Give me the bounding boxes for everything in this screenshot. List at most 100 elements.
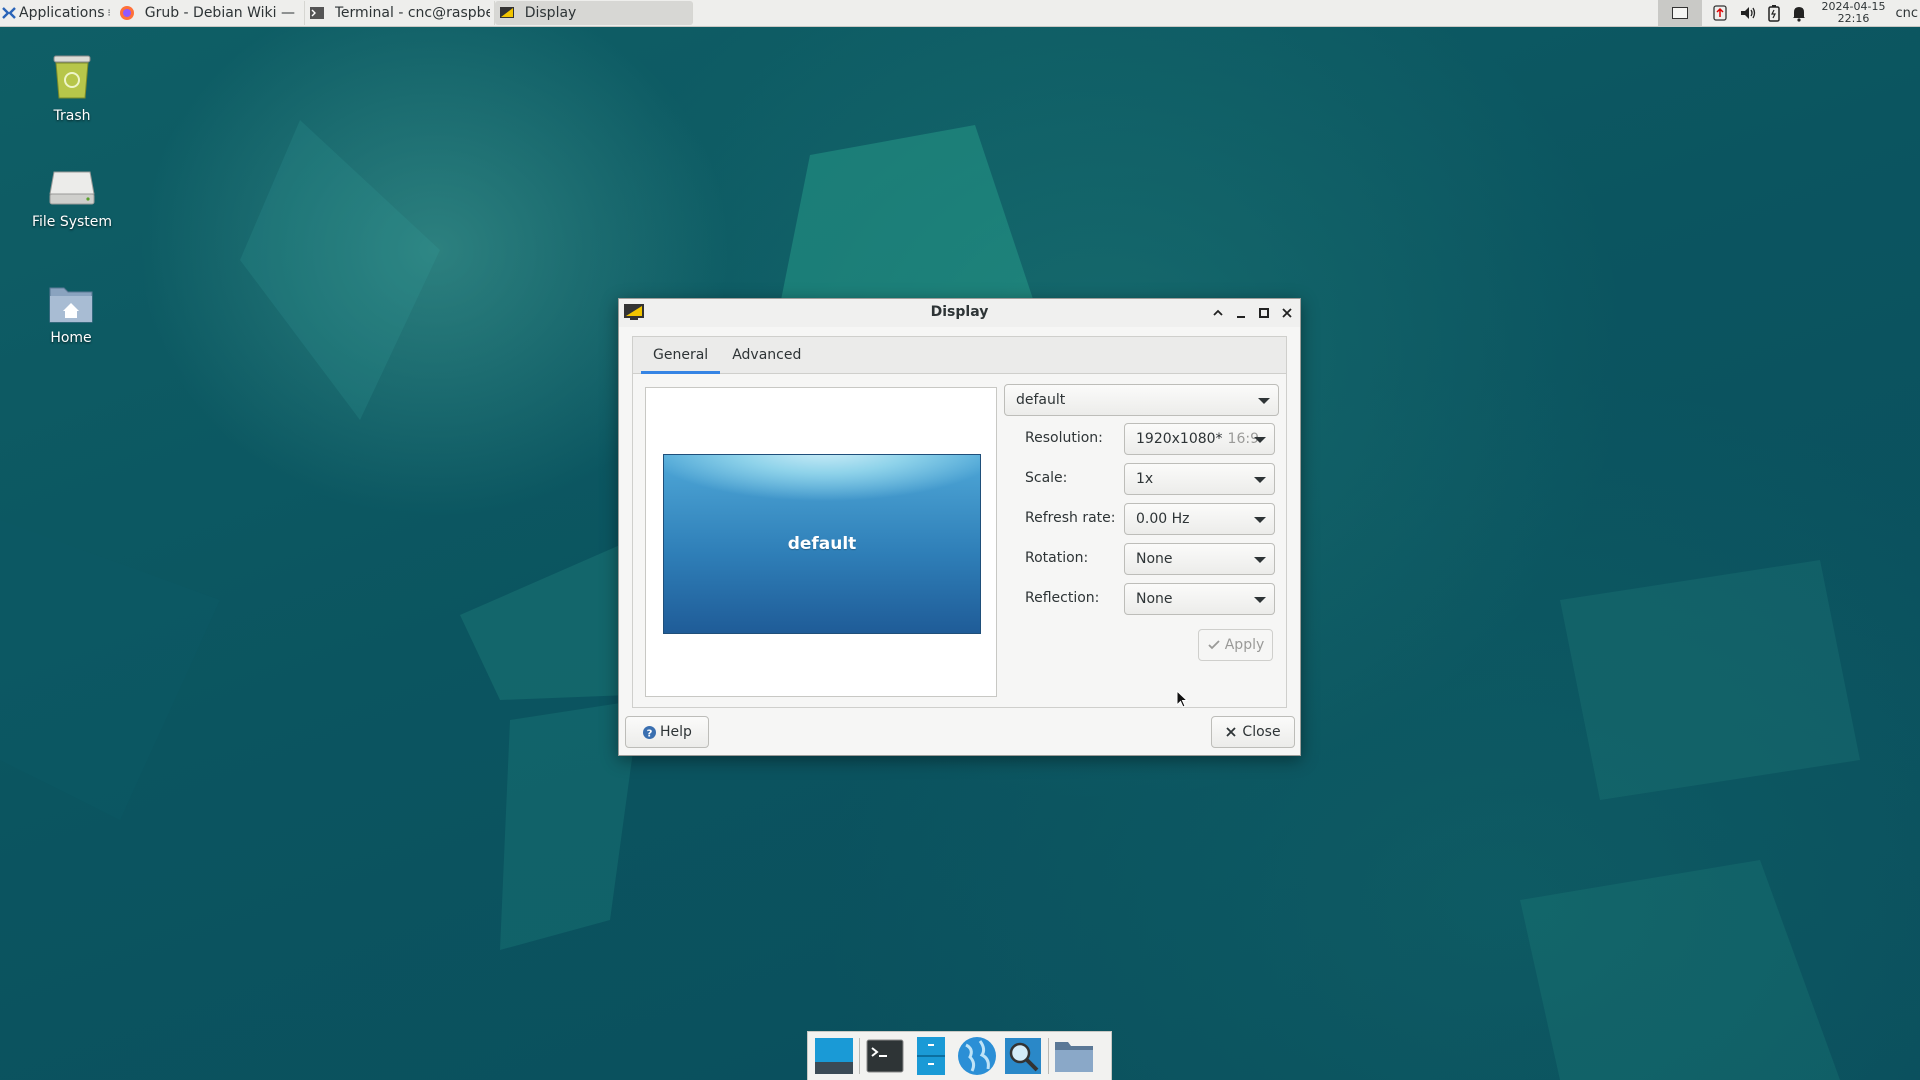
clock[interactable]: 2024-04-15 22:16 (1812, 1, 1896, 25)
applications-menu-button[interactable]: Applications ⁝ (0, 0, 115, 26)
notifications-indicator[interactable] (1786, 0, 1812, 26)
tab-general[interactable]: General (641, 337, 721, 374)
minimize-icon (1237, 316, 1245, 318)
file-manager-icon (917, 1037, 945, 1075)
dock-app-finder[interactable] (1000, 1034, 1046, 1078)
monitor-preview[interactable]: default (663, 454, 981, 634)
svg-text:?: ? (647, 728, 653, 739)
chevron-down-icon (1254, 517, 1266, 523)
reflection-value: None (1136, 591, 1173, 607)
workspace-icon (1671, 7, 1688, 19)
bell-icon (1792, 7, 1805, 22)
scale-dropdown[interactable]: 1x (1124, 463, 1275, 495)
chevron-down-icon (1254, 477, 1266, 483)
taskbar-item-display[interactable]: Display (494, 1, 693, 25)
web-browser-icon (958, 1037, 996, 1075)
close-icon (1282, 308, 1292, 318)
chevron-down-icon (1254, 437, 1266, 443)
shade-button[interactable] (1208, 303, 1228, 323)
desktop-icon-label: File System (31, 214, 113, 230)
close-icon (1226, 727, 1237, 737)
network-indicator[interactable] (1706, 0, 1734, 26)
desktop-background: Applications ⁝ Grub - Debian Wiki — M...… (0, 0, 1920, 1080)
scale-label: Scale: (1025, 470, 1068, 486)
close-button[interactable]: Close (1211, 716, 1295, 748)
resolution-value: 1920x1080* (1136, 431, 1223, 447)
settings-notebook: General Advanced default default Resolut… (632, 336, 1287, 708)
system-tray: 2024-04-15 22:16 cnc (1657, 0, 1920, 26)
desktop-icon-file-system[interactable]: File System (2, 168, 142, 230)
refresh-rate-dropdown[interactable]: 0.00 Hz (1124, 503, 1275, 535)
workspace-switcher[interactable] (1657, 0, 1702, 26)
checkmark-icon (1208, 640, 1220, 650)
display-settings-icon (499, 7, 514, 18)
app-finder-icon (1005, 1038, 1041, 1074)
mouse-cursor-icon (1176, 690, 1189, 708)
desktop-icon-home[interactable]: Home (1, 282, 141, 346)
bottom-dock (807, 1031, 1112, 1080)
show-desktop-icon (815, 1038, 853, 1074)
minimize-button[interactable] (1231, 303, 1251, 323)
volume-icon (1740, 7, 1755, 19)
maximize-button[interactable] (1254, 303, 1274, 323)
dock-terminal[interactable] (862, 1034, 908, 1078)
rotation-value: None (1136, 551, 1173, 567)
terminal-icon (866, 1039, 904, 1073)
taskbar-item-label: Grub - Debian Wiki — M... (144, 5, 300, 21)
applications-label: Applications (19, 5, 105, 21)
chevron-down-icon (1254, 557, 1266, 563)
dock-separator (1048, 1038, 1049, 1074)
display-settings-window: Display General Advanced default default… (618, 298, 1301, 756)
volume-indicator[interactable] (1734, 0, 1762, 26)
display-selector-value: default (1016, 392, 1066, 408)
display-preview-area: default (645, 387, 997, 697)
firefox-icon (119, 6, 134, 20)
taskbar-item-firefox[interactable]: Grub - Debian Wiki — M... (115, 1, 305, 25)
battery-indicator[interactable] (1762, 0, 1786, 26)
monitor-preview-label: default (787, 534, 857, 554)
battery-icon (1767, 5, 1780, 22)
help-button[interactable]: ? Help (625, 716, 709, 748)
xfce-logo-icon (2, 7, 16, 19)
menu-grip-icon: ⁝ (107, 7, 111, 19)
chevron-down-icon (1254, 597, 1266, 603)
chevron-down-icon (1258, 398, 1270, 404)
desktop-icon-label: Home (50, 330, 92, 346)
home-folder-icon (49, 287, 93, 323)
tab-advanced[interactable]: Advanced (720, 337, 813, 373)
clock-time: 22:16 (1837, 12, 1870, 25)
dock-show-desktop[interactable] (811, 1034, 857, 1078)
network-icon (1712, 5, 1727, 21)
rotation-label: Rotation: (1025, 550, 1089, 566)
scale-value: 1x (1136, 471, 1154, 487)
dock-folder[interactable] (1051, 1034, 1097, 1078)
maximize-icon (1259, 308, 1269, 318)
display-selector-dropdown[interactable]: default (1004, 384, 1279, 416)
close-window-button[interactable] (1277, 303, 1297, 323)
user-menu[interactable]: cnc (1895, 6, 1920, 21)
trash-icon (53, 55, 91, 99)
dock-web-browser[interactable] (954, 1034, 1000, 1078)
terminal-icon (309, 7, 324, 19)
taskbar-item-terminal[interactable]: Terminal - cnc@raspber... (305, 1, 495, 25)
resolution-label: Resolution: (1025, 430, 1103, 446)
dock-file-manager[interactable] (908, 1034, 954, 1078)
taskbar-item-label: Terminal - cnc@raspber... (334, 5, 490, 21)
dock-separator (859, 1038, 860, 1074)
desktop-icon-trash[interactable]: Trash (2, 52, 142, 124)
help-icon: ? (643, 725, 657, 739)
top-panel: Applications ⁝ Grub - Debian Wiki — M...… (0, 0, 1920, 27)
tab-bar: General Advanced (633, 337, 1286, 374)
folder-icon (1055, 1042, 1093, 1072)
apply-button-label: Apply (1224, 637, 1265, 653)
apply-button[interactable]: Apply (1198, 629, 1273, 661)
chevron-up-icon (1213, 309, 1223, 316)
rotation-dropdown[interactable]: None (1124, 543, 1275, 575)
window-title: Display (930, 304, 989, 320)
window-titlebar[interactable]: Display (619, 299, 1300, 327)
resolution-dropdown[interactable]: 1920x1080* 16:9 (1124, 423, 1275, 455)
close-button-label: Close (1242, 724, 1281, 740)
taskbar-item-label: Display (524, 5, 577, 21)
help-button-label: Help (660, 724, 692, 740)
reflection-dropdown[interactable]: None (1124, 583, 1275, 615)
